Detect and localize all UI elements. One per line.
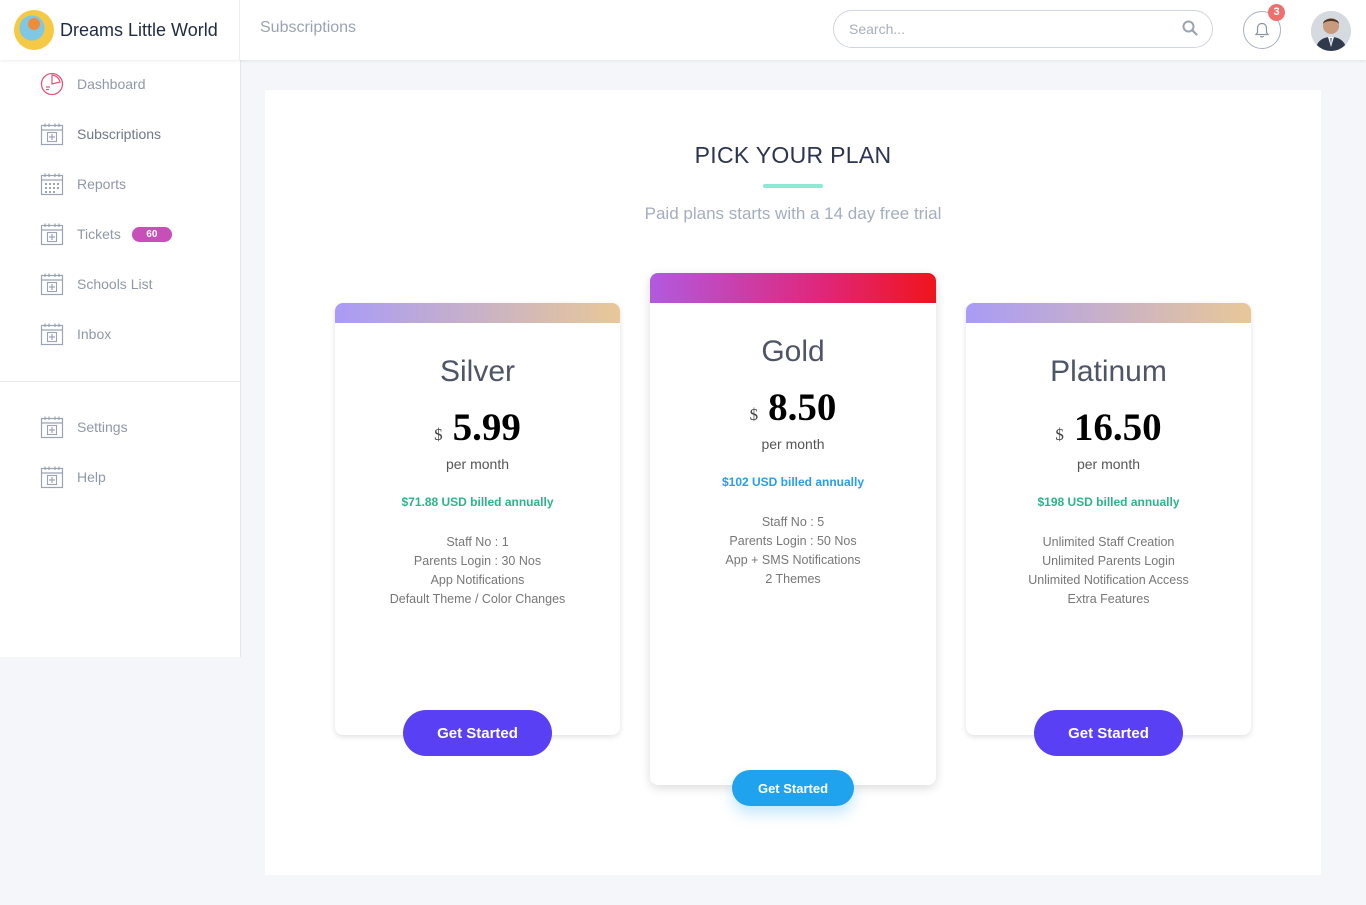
sidebar-item-label: Help (77, 469, 106, 485)
feature-item: Staff No : 1 (446, 535, 509, 549)
calendar-plus-icon (40, 273, 64, 296)
brand[interactable]: Dreams Little World (0, 0, 240, 60)
calendar-plus-icon (40, 123, 64, 146)
calendar-grid-icon (40, 173, 64, 196)
get-started-button-gold[interactable]: Get Started (732, 770, 854, 806)
price-amount: 16.50 (1073, 406, 1162, 449)
sidebar-item-label: Schools List (77, 276, 153, 292)
top-header: Dreams Little World Subscriptions 3 (0, 0, 1366, 60)
sidebar-item-label: Inbox (77, 326, 112, 342)
sidebar-item-label: Reports (77, 176, 127, 192)
page-title: Subscriptions (260, 19, 357, 36)
calendar-plus-icon (40, 223, 64, 246)
sidebar-item-settings[interactable]: Settings (40, 415, 128, 439)
search-input[interactable] (849, 11, 1169, 47)
feature-item: 2 Themes (765, 572, 821, 586)
feature-item: App + SMS Notifications (725, 553, 861, 567)
user-avatar[interactable] (1311, 11, 1351, 51)
get-started-button-platinum[interactable]: Get Started (1034, 710, 1183, 756)
feature-item: Unlimited Staff Creation (1042, 535, 1175, 549)
sidebar-item-help[interactable]: Help (40, 465, 106, 489)
price-currency: $ (434, 425, 443, 444)
feature-item: Unlimited Notification Access (1028, 573, 1189, 587)
sidebar-item-tickets[interactable]: Tickets 60 (40, 222, 172, 246)
sidebar-item-label: Subscriptions (77, 126, 162, 142)
feature-item: Parents Login : 30 Nos (413, 554, 542, 568)
price-currency: $ (749, 405, 759, 424)
plan-price: $ 5.99 (335, 405, 620, 450)
tickets-count-badge: 60 (131, 226, 172, 242)
card-accent-bar (966, 303, 1251, 323)
dashboard-icon (40, 72, 64, 96)
price-currency: $ (1055, 425, 1064, 444)
price-amount: 5.99 (452, 406, 521, 449)
search-box (833, 10, 1213, 48)
billed-annually: $71.88 USD billed annually (401, 495, 554, 509)
pricing-panel: PICK YOUR PLAN Paid plans starts with a … (265, 90, 1321, 875)
notification-count-badge: 3 (1268, 4, 1285, 21)
brand-name: Dreams Little World (60, 19, 218, 40)
page-heading: PICK YOUR PLAN (694, 142, 892, 168)
feature-item: Default Theme / Color Changes (389, 592, 566, 606)
billed-annually: $198 USD billed annually (1037, 495, 1180, 509)
calendar-plus-icon (40, 323, 64, 346)
card-accent-bar (650, 273, 936, 303)
sidebar-item-reports[interactable]: Reports (40, 172, 126, 196)
feature-item: Staff No : 5 (761, 515, 825, 529)
billed-annually: $102 USD billed annually (721, 475, 865, 489)
sidebar-item-subscriptions[interactable]: Subscriptions (40, 122, 161, 146)
sidebar-item-dashboard[interactable]: Dashboard (40, 72, 146, 96)
feature-item: Extra Features (1067, 592, 1150, 606)
sidebar-item-inbox[interactable]: Inbox (40, 322, 111, 346)
user-photo-icon (1311, 11, 1351, 51)
price-amount: 8.50 (768, 386, 837, 429)
feature-list: Staff No : 1 Parents Login : 30 Nos App … (335, 533, 620, 609)
plan-name: Gold (761, 335, 825, 368)
feature-list: Staff No : 5 Parents Login : 50 Nos App … (650, 513, 936, 589)
plan-price: $ 16.50 (966, 405, 1251, 450)
feature-item: Unlimited Parents Login (1042, 554, 1175, 568)
plan-price: $ 8.50 (650, 385, 936, 430)
page-subtitle: Paid plans starts with a 14 day free tri… (644, 204, 942, 223)
calendar-plus-icon (40, 466, 64, 489)
get-started-button-silver[interactable]: Get Started (403, 710, 552, 756)
card-accent-bar (335, 303, 620, 323)
sidebar-item-schools-list[interactable]: Schools List (40, 272, 152, 296)
feature-list: Unlimited Staff Creation Unlimited Paren… (966, 533, 1251, 609)
plan-name: Platinum (1050, 355, 1167, 388)
feature-item: Parents Login : 50 Nos (729, 534, 857, 548)
sidebar-item-label: Tickets (77, 226, 121, 242)
sidebar-item-label: Dashboard (77, 76, 146, 92)
price-period: per month (1076, 456, 1141, 472)
brand-logo (14, 10, 54, 50)
heading-underline (763, 184, 823, 188)
plan-card-gold: Gold $ 8.50 per month $102 USD billed an… (650, 273, 936, 785)
plan-card-platinum: Platinum $ 16.50 per month $198 USD bill… (966, 303, 1251, 735)
calendar-plus-icon (40, 416, 64, 439)
sidebar: Dashboard Subscriptions Reports Tickets … (0, 60, 241, 657)
plan-card-silver: Silver $ 5.99 per month $71.88 USD bille… (335, 303, 620, 735)
feature-item: App Notifications (430, 573, 525, 587)
sidebar-item-label: Settings (77, 419, 128, 435)
plan-name: Silver (439, 355, 515, 388)
price-period: per month (761, 436, 825, 452)
bell-icon (1254, 22, 1270, 37)
price-period: per month (445, 456, 510, 472)
search-icon[interactable] (1182, 20, 1198, 36)
sidebar-divider (0, 381, 240, 382)
